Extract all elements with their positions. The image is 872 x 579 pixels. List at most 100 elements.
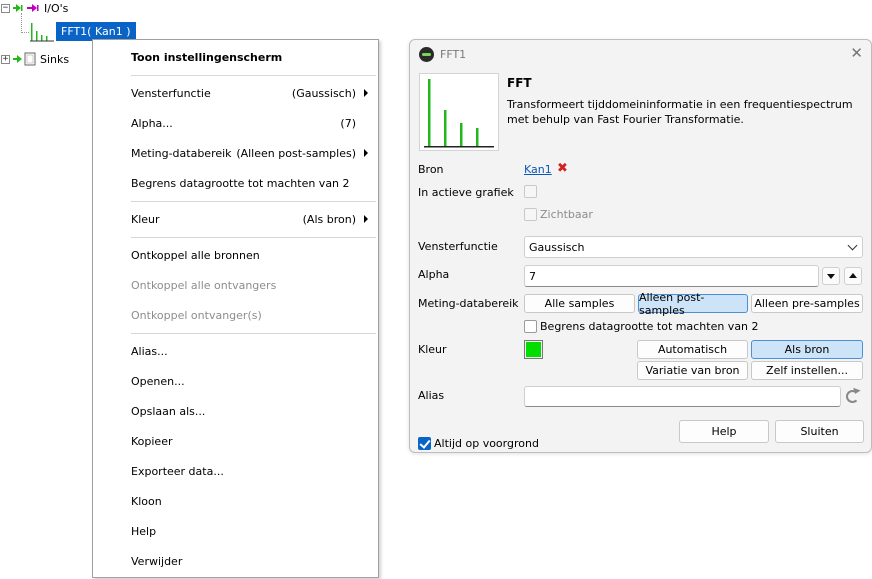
post-samples-button[interactable]: Alleen post-samples [638, 291, 748, 317]
dialog-description: Transformeert tijddomeininformatie in ee… [507, 98, 853, 126]
menu-item-label: Kopieer [131, 434, 173, 448]
menu-item-exporteer-data[interactable]: Exporteer data... [131, 460, 368, 482]
begrens-checkbox[interactable] [524, 320, 537, 333]
menu-item-label: Openen... [131, 374, 185, 388]
close-icon[interactable]: ✕ [850, 44, 863, 62]
dialog-heading: FFT [507, 76, 532, 90]
alias-label: Alias [418, 389, 445, 402]
menu-item-label: Help [131, 524, 157, 538]
fft-preview-icon [419, 73, 499, 151]
menu-item-kleur[interactable]: Kleur (Als bron) [131, 208, 368, 230]
red-x-icon[interactable]: ✖ [557, 161, 568, 176]
menu-item-ontkoppel-bronnen[interactable]: Ontkoppel alle bronnen [131, 244, 368, 266]
tree-node-ios[interactable]: − I/O's [1, 0, 68, 16]
automatisch-button[interactable]: Automatisch [637, 340, 748, 359]
vensterfunctie-label: Vensterfunctie [418, 240, 498, 253]
menu-item-label: Begrens datagrootte tot machten van 2 [131, 176, 350, 190]
menu-item-value: (Als bron) [302, 212, 356, 226]
app-icon [419, 47, 434, 62]
menu-item-label: Toon instellingenscherm [131, 50, 283, 64]
alpha-increment-button[interactable] [844, 267, 862, 285]
menu-separator [131, 75, 376, 76]
submenu-arrow-icon [364, 215, 368, 223]
menu-item-value: (Gaussisch) [291, 86, 356, 100]
menu-item-label: Kloon [131, 494, 162, 508]
menu-item-value: (Alleen post-samples) [236, 146, 356, 160]
kleur-swatch[interactable] [524, 340, 543, 359]
menu-item-kloon[interactable]: Kloon [131, 490, 368, 512]
submenu-arrow-icon [364, 89, 368, 97]
altijd-op-voorgrond-checkbox[interactable] [418, 437, 431, 450]
tree-connector [21, 32, 29, 33]
menu-item-verwijder[interactable]: Verwijder [131, 550, 368, 572]
alpha-decrement-button[interactable] [822, 267, 840, 285]
menu-item-ontkoppel-ontvanger: Ontkoppel ontvanger(s) [131, 304, 368, 326]
chevron-down-icon [847, 240, 858, 251]
tree-connector [21, 13, 22, 33]
zelf-instellen-button[interactable]: Zelf instellen... [751, 361, 863, 380]
menu-item-label: Meting-databereik [131, 146, 232, 160]
bron-label: Bron [418, 163, 444, 176]
menu-separator [131, 201, 376, 202]
menu-separator [131, 333, 376, 334]
zichtbaar-checkbox[interactable] [524, 208, 537, 221]
alpha-input[interactable]: 7 [524, 265, 819, 287]
kleur-label: Kleur [418, 343, 447, 356]
menu-item-alias[interactable]: Alias... [131, 340, 368, 362]
triangle-down-icon [827, 274, 835, 279]
menu-item-label: Ontkoppel ontvanger(s) [131, 308, 262, 322]
pre-samples-button[interactable]: Alleen pre-samples [751, 294, 863, 313]
context-menu: Toon instellingenscherm Vensterfunctie (… [92, 39, 379, 578]
menu-item-label: Exporteer data... [131, 464, 224, 478]
fft-spectrum-icon [30, 22, 54, 45]
menu-item-label: Vensterfunctie [131, 86, 211, 100]
fft-settings-dialog: FFT1 ✕ FFT Transformeert tijddomeininfor… [409, 39, 872, 453]
bron-link[interactable]: Kan1 [524, 163, 552, 176]
menu-item-label: Verwijder [131, 554, 183, 568]
meting-label: Meting-databereik [418, 297, 519, 310]
menu-item-value: (7) [340, 116, 356, 130]
variatie-van-bron-button[interactable]: Variatie van bron [637, 361, 748, 380]
tree-label-sinks: Sinks [40, 52, 70, 66]
altijd-op-voorgrond-label: Altijd op voorgrond [434, 437, 539, 450]
alpha-label: Alpha [418, 268, 450, 281]
menu-item-label: Ontkoppel alle ontvangers [131, 278, 277, 292]
vensterfunctie-select[interactable]: Gaussisch [524, 236, 863, 258]
tree-node-sinks[interactable]: + Sinks [1, 51, 69, 67]
reset-icon[interactable] [846, 390, 859, 403]
menu-item-help[interactable]: Help [131, 520, 368, 542]
collapse-icon[interactable]: − [1, 3, 10, 13]
submenu-arrow-icon [364, 149, 368, 157]
io-arrows-icon [12, 2, 40, 14]
als-bron-button[interactable]: Als bron [751, 340, 863, 359]
sluiten-button[interactable]: Sluiten [775, 420, 864, 443]
tree-label-ios: I/O's [44, 1, 69, 15]
triangle-up-icon [849, 273, 857, 278]
menu-item-label: Ontkoppel alle bronnen [131, 248, 260, 262]
actieve-grafiek-checkbox[interactable] [524, 185, 537, 198]
menu-item-meting-databereik[interactable]: Meting-databereik (Alleen post-samples) [131, 142, 368, 164]
menu-item-label: Alias... [131, 344, 168, 358]
help-button[interactable]: Help [679, 420, 769, 443]
menu-item-toon-instellingen[interactable]: Toon instellingenscherm [131, 46, 368, 68]
menu-item-label: Kleur [131, 212, 160, 226]
menu-item-kopieer[interactable]: Kopieer [131, 430, 368, 452]
menu-separator [131, 237, 376, 238]
menu-item-openen[interactable]: Openen... [131, 370, 368, 392]
menu-item-label: Alpha... [131, 116, 173, 130]
alle-samples-button[interactable]: Alle samples [524, 294, 635, 313]
begrens-label: Begrens datagrootte tot machten van 2 [540, 320, 759, 333]
menu-item-alpha[interactable]: Alpha... (7) [131, 112, 368, 134]
menu-item-label: Opslaan als... [131, 404, 206, 418]
expand-icon[interactable]: + [1, 54, 10, 64]
actieve-grafiek-label: In actieve grafiek [418, 186, 514, 199]
menu-item-ontkoppel-ontvangers: Ontkoppel alle ontvangers [131, 274, 368, 296]
menu-item-vensterfunctie[interactable]: Vensterfunctie (Gaussisch) [131, 82, 368, 104]
menu-item-begrens-datagrootte[interactable]: Begrens datagrootte tot machten van 2 [131, 172, 368, 194]
alias-input[interactable] [524, 386, 841, 407]
sink-arrow-icon [12, 52, 36, 66]
zichtbaar-label: Zichtbaar [540, 208, 593, 221]
alpha-value: 7 [529, 269, 536, 283]
kleur-swatch-fill [526, 342, 541, 357]
menu-item-opslaan-als[interactable]: Opslaan als... [131, 400, 368, 422]
